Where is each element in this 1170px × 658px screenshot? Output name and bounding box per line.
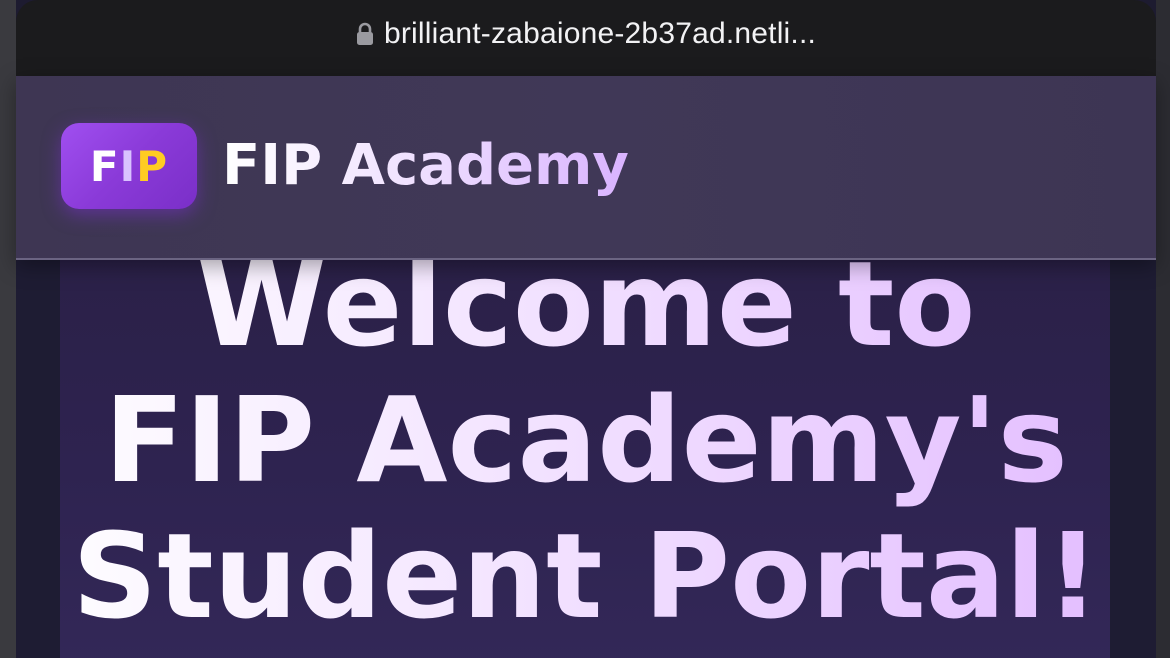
logo-badge[interactable]: FIP: [61, 123, 197, 209]
url-text[interactable]: brilliant-zabaione-2b37ad.netli...: [384, 17, 816, 51]
hero-title-line-3: Student Portal!: [16, 508, 1156, 644]
logo-letter-p: P: [136, 141, 169, 191]
window-edge-left: [0, 0, 16, 658]
site-header: FIP FIP Academy: [16, 76, 1156, 260]
browser-screen: brilliant-zabaione-2b37ad.netli... Welco…: [0, 0, 1170, 658]
window-edge-right: [1156, 0, 1170, 658]
logo-letter-i: I: [119, 141, 137, 191]
logo-letter-f: F: [89, 141, 120, 191]
lock-icon: [356, 22, 374, 46]
browser-address-bar[interactable]: brilliant-zabaione-2b37ad.netli...: [16, 0, 1156, 76]
web-page: Welcome to FIP Academy's Student Portal!…: [16, 76, 1156, 658]
address-bar-content[interactable]: brilliant-zabaione-2b37ad.netli...: [356, 17, 816, 51]
hero-title: Welcome to FIP Academy's Student Portal!: [16, 236, 1156, 644]
brand-name[interactable]: FIP Academy: [222, 134, 629, 198]
hero-title-line-2: FIP Academy's: [16, 372, 1156, 508]
